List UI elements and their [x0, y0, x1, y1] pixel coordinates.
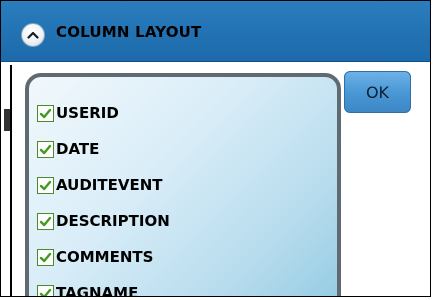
list-item[interactable]: DESCRIPTION: [37, 203, 170, 239]
list-item[interactable]: DATE: [37, 131, 170, 167]
collapse-button[interactable]: [21, 23, 45, 47]
checkmark-icon: [39, 144, 52, 154]
column-checkbox[interactable]: [37, 212, 54, 230]
column-list: USERID DATE AUDITEVENT DESCRIPTION COMME…: [37, 95, 170, 297]
checkmark-icon: [39, 216, 52, 226]
checkmark-icon: [39, 108, 52, 118]
column-label: USERID: [56, 104, 119, 122]
column-layout-dialog: COLUMN LAYOUT USERID DATE AUDITEVENT DES…: [0, 0, 431, 297]
column-checkbox[interactable]: [37, 140, 54, 158]
dialog-title: COLUMN LAYOUT: [56, 23, 202, 41]
column-label: AUDITEVENT: [56, 176, 163, 194]
checkmark-icon: [39, 180, 52, 190]
column-list-panel: USERID DATE AUDITEVENT DESCRIPTION COMME…: [25, 73, 341, 297]
column-label: DESCRIPTION: [56, 212, 170, 230]
column-label: DATE: [56, 140, 100, 158]
list-item[interactable]: AUDITEVENT: [37, 167, 170, 203]
list-item[interactable]: COMMENTS: [37, 239, 170, 275]
ok-button[interactable]: OK: [344, 71, 411, 113]
column-label: COMMENTS: [56, 248, 154, 266]
column-checkbox[interactable]: [37, 284, 54, 296]
checkmark-icon: [39, 288, 52, 296]
column-checkbox[interactable]: [37, 176, 54, 194]
list-item[interactable]: USERID: [37, 95, 170, 131]
column-checkbox[interactable]: [37, 104, 54, 122]
column-label: TAGNAME: [56, 284, 139, 297]
left-divider: [10, 65, 12, 296]
list-item[interactable]: TAGNAME: [37, 275, 170, 297]
checkmark-icon: [39, 252, 52, 262]
column-checkbox[interactable]: [37, 248, 54, 266]
chevron-up-icon: [27, 31, 39, 39]
dialog-header: COLUMN LAYOUT: [1, 1, 430, 62]
